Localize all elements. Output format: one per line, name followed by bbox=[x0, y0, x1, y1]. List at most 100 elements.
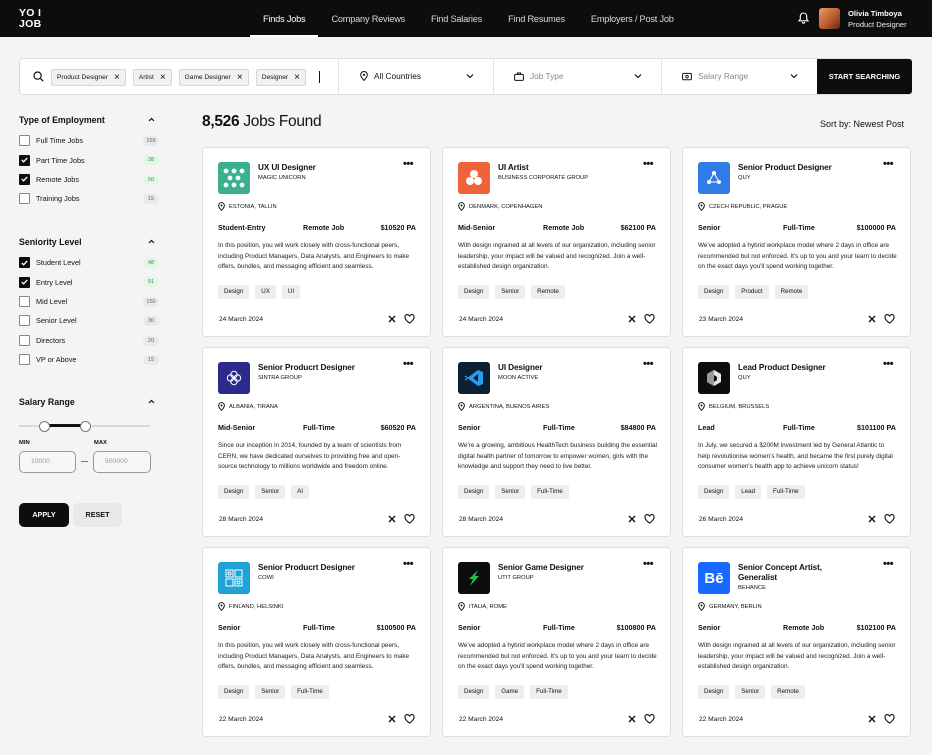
search-chip[interactable]: Product Designer × bbox=[51, 69, 126, 86]
heart-icon[interactable] bbox=[644, 714, 655, 724]
chevron-up-icon[interactable] bbox=[148, 239, 155, 244]
filter-option[interactable]: Training Jobs 15 bbox=[19, 189, 159, 208]
max-salary-input[interactable]: 500000 bbox=[93, 451, 151, 473]
dismiss-icon[interactable] bbox=[627, 314, 637, 324]
checkbox[interactable] bbox=[19, 334, 30, 346]
job-tag[interactable]: Lead bbox=[735, 485, 762, 499]
nav-link-find-salaries[interactable]: Find Salaries bbox=[418, 0, 495, 37]
job-card[interactable]: UX UI Designer MAGIC UNICORN ••• ESTONIA, T… bbox=[202, 147, 431, 337]
job-tag[interactable]: Senior bbox=[255, 485, 286, 499]
job-card[interactable]: Senior Producrt Designer COWI ••• FINLAND, … bbox=[202, 547, 431, 737]
reset-button[interactable]: RESET bbox=[73, 503, 122, 527]
job-tag[interactable]: Design bbox=[458, 685, 490, 699]
chevron-down-icon[interactable] bbox=[634, 73, 642, 79]
job-tag[interactable]: Senior bbox=[255, 685, 286, 699]
job-tag[interactable]: Full-Time bbox=[291, 685, 329, 699]
job-card[interactable]: UI Artist BUSINESS CORPORATE GROUP ••• DENM… bbox=[442, 147, 671, 337]
dismiss-icon[interactable] bbox=[387, 314, 397, 324]
heart-icon[interactable] bbox=[404, 514, 415, 524]
bell-icon[interactable] bbox=[798, 12, 809, 24]
chevron-up-icon[interactable] bbox=[148, 399, 155, 404]
job-tag[interactable]: Design bbox=[698, 485, 730, 499]
salary-range-select[interactable]: Salary Range bbox=[682, 71, 748, 81]
job-type-select[interactable]: Job Type bbox=[514, 71, 564, 81]
country-select[interactable]: All Countries bbox=[360, 71, 421, 81]
heart-icon[interactable] bbox=[884, 714, 895, 724]
checkbox[interactable] bbox=[19, 295, 30, 307]
job-title-block[interactable]: Senior Game Designer UTIT GROUP bbox=[498, 563, 618, 583]
checkbox[interactable] bbox=[19, 257, 30, 269]
heart-icon[interactable] bbox=[644, 514, 655, 524]
checkbox[interactable] bbox=[19, 193, 30, 205]
checkbox[interactable] bbox=[19, 315, 30, 327]
chevron-down-icon[interactable] bbox=[466, 73, 474, 79]
avatar[interactable] bbox=[819, 8, 840, 29]
job-card[interactable]: Senior Product Designer QUY ••• CZECH REPUB… bbox=[682, 147, 911, 337]
job-tag[interactable]: Design bbox=[458, 485, 490, 499]
dismiss-icon[interactable] bbox=[627, 714, 637, 724]
filter-option[interactable]: VP or Above 15 bbox=[19, 350, 159, 369]
job-tag[interactable]: Design bbox=[218, 485, 250, 499]
search-chip[interactable]: Artist × bbox=[132, 69, 172, 86]
job-title-block[interactable]: UX UI Designer MAGIC UNICORN bbox=[258, 163, 378, 183]
remove-chip-icon[interactable]: × bbox=[160, 72, 166, 83]
filter-option[interactable]: Full Time Jobs 159 bbox=[19, 131, 159, 150]
search-chip[interactable]: Designer × bbox=[255, 69, 306, 86]
filter-option[interactable]: Mid Level 150 bbox=[19, 292, 159, 311]
chevron-down-icon[interactable] bbox=[790, 73, 798, 79]
checkbox[interactable] bbox=[19, 354, 30, 366]
filter-header[interactable]: Seniority Level bbox=[19, 237, 159, 249]
filter-header[interactable]: Type of Employment bbox=[19, 115, 159, 127]
dismiss-icon[interactable] bbox=[387, 714, 397, 724]
job-title-block[interactable]: Senior Producrt Designer COWI bbox=[258, 563, 378, 583]
job-tag[interactable]: Senior bbox=[495, 285, 526, 299]
job-title-block[interactable]: UI Artist BUSINESS CORPORATE GROUP bbox=[498, 163, 618, 183]
heart-icon[interactable] bbox=[404, 714, 415, 724]
dismiss-icon[interactable] bbox=[867, 714, 877, 724]
heart-icon[interactable] bbox=[644, 314, 655, 324]
min-salary-input[interactable]: 10000 bbox=[19, 451, 76, 473]
job-tag[interactable]: Design bbox=[218, 685, 250, 699]
filter-option[interactable]: Student Level 48 bbox=[19, 253, 159, 272]
checkbox[interactable] bbox=[19, 173, 30, 185]
job-tag[interactable]: Design bbox=[218, 285, 250, 299]
job-tag[interactable]: Full-Time bbox=[767, 485, 805, 499]
job-card[interactable]: Senior Game Designer UTIT GROUP ••• ITALIA,… bbox=[442, 547, 671, 737]
job-tag[interactable]: Senior bbox=[495, 485, 526, 499]
job-title-block[interactable]: Senior Producrt Designer SINTRA GROUP bbox=[258, 363, 378, 383]
dismiss-icon[interactable] bbox=[387, 514, 397, 524]
slider-max-handle[interactable] bbox=[80, 421, 91, 432]
checkbox[interactable] bbox=[19, 276, 30, 288]
heart-icon[interactable] bbox=[404, 314, 415, 324]
more-options-icon[interactable]: ••• bbox=[403, 159, 414, 170]
more-options-icon[interactable]: ••• bbox=[883, 559, 894, 570]
heart-icon[interactable] bbox=[884, 314, 895, 324]
job-title-block[interactable]: Senior Concept Artist, Generalist BEHANCE bbox=[738, 563, 858, 593]
job-title-block[interactable]: Senior Product Designer QUY bbox=[738, 163, 858, 183]
chevron-up-icon[interactable] bbox=[148, 117, 155, 122]
text-cursor[interactable] bbox=[319, 71, 320, 83]
more-options-icon[interactable]: ••• bbox=[403, 559, 414, 570]
more-options-icon[interactable]: ••• bbox=[883, 159, 894, 170]
salary-slider[interactable] bbox=[19, 421, 150, 432]
remove-chip-icon[interactable]: × bbox=[114, 72, 120, 83]
dismiss-icon[interactable] bbox=[627, 514, 637, 524]
start-searching-button[interactable]: START SEARCHING bbox=[817, 59, 912, 94]
job-tag[interactable]: Product bbox=[735, 285, 769, 299]
job-card[interactable]: UI Designer MOON ACTIVE ••• ARGENTINA, BUEN… bbox=[442, 347, 671, 537]
sort-select[interactable]: Sort by: Newest Post bbox=[820, 119, 904, 129]
job-tag[interactable]: Game bbox=[495, 685, 525, 699]
job-card[interactable]: Bē Senior Concept Artist, Generalist BEHAN… bbox=[682, 547, 911, 737]
job-card[interactable]: Senior Producrt Designer SINTRA GROUP ••• A… bbox=[202, 347, 431, 537]
job-tag[interactable]: AI bbox=[291, 485, 310, 499]
more-options-icon[interactable]: ••• bbox=[643, 159, 654, 170]
search-chip[interactable]: Game Designer × bbox=[178, 69, 249, 86]
job-tag[interactable]: Remote bbox=[531, 285, 565, 299]
job-tag[interactable]: Design bbox=[458, 285, 490, 299]
slider-min-handle[interactable] bbox=[39, 421, 50, 432]
dismiss-icon[interactable] bbox=[867, 514, 877, 524]
job-card[interactable]: Lead Product Designer QUY ••• BELGIUM, BRUS… bbox=[682, 347, 911, 537]
nav-link-employers[interactable]: Employers / Post Job bbox=[578, 0, 687, 37]
job-title-block[interactable]: UI Designer MOON ACTIVE bbox=[498, 363, 618, 383]
nav-link-find-jobs[interactable]: Finds Jobs bbox=[250, 0, 319, 37]
